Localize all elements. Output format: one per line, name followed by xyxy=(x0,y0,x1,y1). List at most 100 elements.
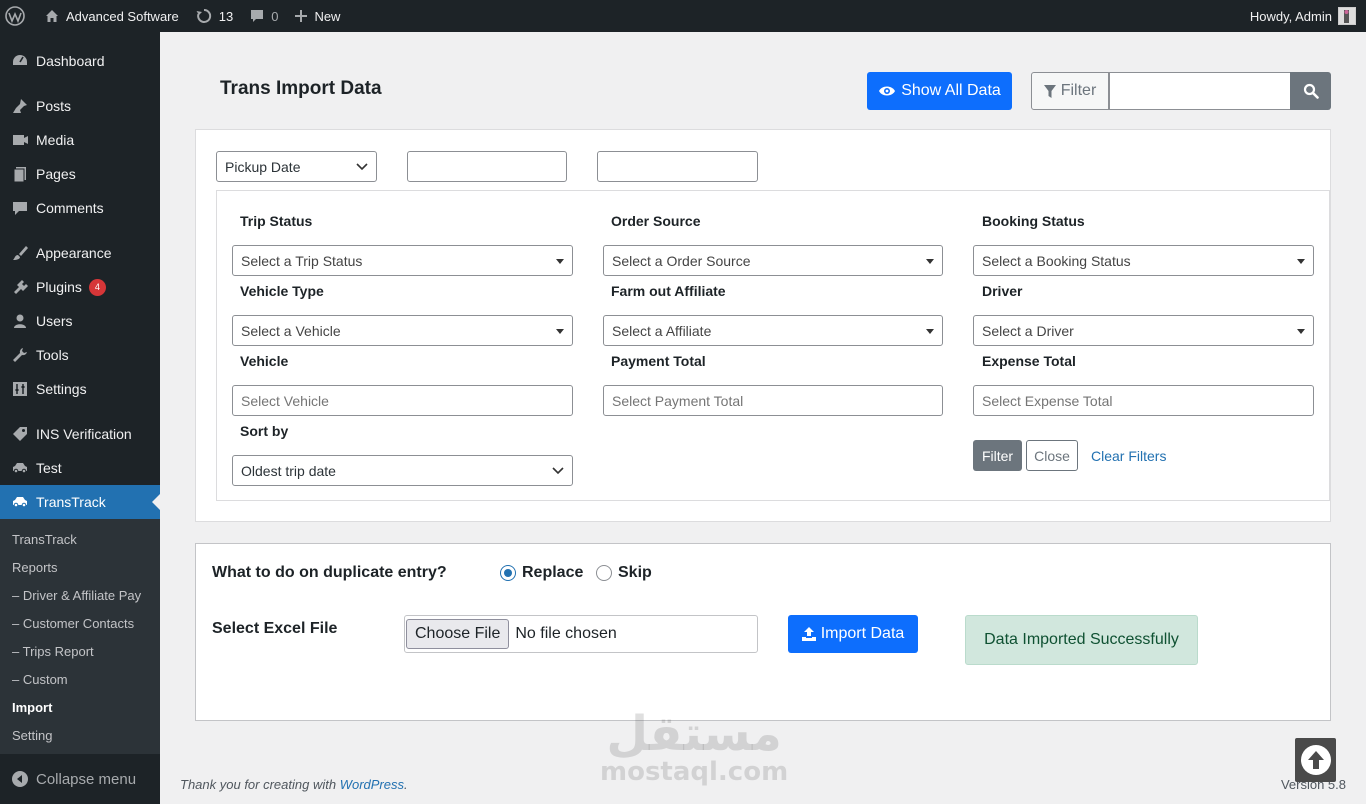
sidebar-item-transtrack[interactable]: TransTrack xyxy=(0,485,160,519)
watermark: مستقل mostaql.com xyxy=(600,710,788,786)
payment-total-input[interactable]: Select Payment Total xyxy=(603,385,943,416)
updates-icon xyxy=(196,8,211,23)
footer-thanks: Thank you for creating with WordPress. xyxy=(180,777,408,792)
show-all-data-button[interactable]: Show All Data xyxy=(867,72,1012,110)
tag-icon xyxy=(10,424,30,444)
submenu-item-customer-contacts[interactable]: – Customer Contacts xyxy=(0,610,160,638)
comments-count: 0 xyxy=(271,8,279,24)
date-type-select[interactable]: Pickup Date xyxy=(216,151,377,182)
search-input[interactable] xyxy=(1109,72,1291,110)
sidebar-item-appearance[interactable]: Appearance xyxy=(0,236,160,270)
driver-label: Driver xyxy=(982,283,1023,299)
apply-filter-label: Filter xyxy=(981,447,1014,464)
chevron-down-icon xyxy=(552,467,564,475)
sidebar-item-tools[interactable]: Tools xyxy=(0,338,160,372)
sidebar-item-label: Dashboard xyxy=(36,53,105,69)
apply-filter-button[interactable]: Filter xyxy=(973,440,1022,471)
caret-down-icon xyxy=(556,259,564,264)
sidebar-item-pages[interactable]: Pages xyxy=(0,157,160,191)
order-source-select[interactable]: Select a Order Source xyxy=(603,245,943,276)
caret-down-icon xyxy=(1297,259,1305,264)
sort-by-select[interactable]: Oldest trip date xyxy=(232,455,573,486)
sidebar-item-settings[interactable]: Settings xyxy=(0,372,160,406)
submenu-item-custom[interactable]: – Custom xyxy=(0,666,160,694)
trip-status-value: Select a Trip Status xyxy=(241,252,363,269)
sidebar-item-dashboard[interactable]: Dashboard xyxy=(0,44,160,78)
replace-label: Replace xyxy=(522,564,584,581)
skip-label: Skip xyxy=(618,564,652,581)
driver-value: Select a Driver xyxy=(982,322,1074,339)
scroll-to-top-button[interactable] xyxy=(1295,738,1336,782)
search-icon xyxy=(1303,83,1319,99)
order-source-value: Select a Order Source xyxy=(612,252,751,269)
sidebar-item-label: Posts xyxy=(36,98,72,114)
clear-filters-link[interactable]: Clear Filters xyxy=(1091,448,1166,464)
submenu-item-driver-affiliate-pay[interactable]: – Driver & Affiliate Pay xyxy=(0,582,160,610)
order-source-label: Order Source xyxy=(611,213,701,229)
driver-select[interactable]: Select a Driver xyxy=(973,315,1314,346)
payment-total-placeholder: Select Payment Total xyxy=(612,392,744,409)
sidebar-item-ins-verification[interactable]: INS Verification xyxy=(0,417,160,451)
submenu-item-reports[interactable]: Reports xyxy=(0,554,160,582)
expense-total-input[interactable]: Select Expense Total xyxy=(973,385,1314,416)
filter-toggle-button[interactable]: Filter xyxy=(1031,72,1109,110)
date-to-input[interactable] xyxy=(597,151,758,182)
skip-radio[interactable]: Skip xyxy=(596,564,652,582)
sidebar-item-posts[interactable]: Posts xyxy=(0,89,160,123)
wordpress-link[interactable]: WordPress xyxy=(340,777,404,792)
trip-status-select[interactable]: Select a Trip Status xyxy=(232,245,573,276)
wordpress-logo-icon[interactable] xyxy=(0,0,36,32)
sidebar-item-plugins[interactable]: Plugins 4 xyxy=(0,270,160,304)
admin-sidebar: Dashboard Posts Media Pages Comments App… xyxy=(0,32,160,804)
user-icon xyxy=(10,311,30,331)
comments-link[interactable]: 0 xyxy=(241,0,286,32)
choose-file-button[interactable]: Choose File xyxy=(406,619,510,649)
search-button[interactable] xyxy=(1290,72,1331,110)
updates-link[interactable]: 13 xyxy=(187,0,241,32)
updates-count: 13 xyxy=(218,8,234,24)
sliders-icon xyxy=(10,379,30,399)
site-name-link[interactable]: Advanced Software xyxy=(36,0,187,32)
import-data-label: Import Data xyxy=(820,625,905,642)
collapse-menu-button[interactable]: Collapse menu xyxy=(0,762,160,796)
plug-icon xyxy=(10,277,30,297)
date-from-input[interactable] xyxy=(407,151,567,182)
import-data-button[interactable]: Import Data xyxy=(788,615,918,653)
account-menu[interactable]: Howdy, Admin xyxy=(1242,0,1366,32)
affiliate-select[interactable]: Select a Affiliate xyxy=(603,315,943,346)
vehicle-type-select[interactable]: Select a Vehicle xyxy=(232,315,573,346)
page-title: Trans Import Data xyxy=(220,78,382,99)
replace-radio[interactable]: Replace xyxy=(500,564,583,582)
submenu-item-import[interactable]: Import xyxy=(0,694,160,722)
duplicate-question: What to do on duplicate entry? xyxy=(212,564,447,581)
new-content-link[interactable]: New xyxy=(286,0,348,32)
select-file-label: Select Excel File xyxy=(212,620,338,637)
submenu-item-transtrack[interactable]: TransTrack xyxy=(0,526,160,554)
sidebar-item-comments[interactable]: Comments xyxy=(0,191,160,225)
sidebar-item-label: Users xyxy=(36,313,73,329)
booking-status-value: Select a Booking Status xyxy=(982,252,1131,269)
sidebar-item-test[interactable]: Test xyxy=(0,451,160,485)
excel-file-input[interactable]: Choose File No file chosen xyxy=(404,615,758,653)
howdy-text: Howdy, Admin xyxy=(1249,8,1332,24)
admin-bar: Advanced Software 13 0 New Howdy, Admin xyxy=(0,0,1366,32)
comment-icon xyxy=(251,10,264,22)
caret-down-icon xyxy=(926,259,934,264)
vehicle-input[interactable]: Select Vehicle xyxy=(232,385,573,416)
close-filter-button[interactable]: Close xyxy=(1026,440,1078,471)
funnel-icon xyxy=(1043,84,1056,98)
sidebar-item-label: Comments xyxy=(36,200,104,216)
dashboard-icon xyxy=(10,51,30,71)
sidebar-item-label: Test xyxy=(36,460,62,476)
sidebar-item-users[interactable]: Users xyxy=(0,304,160,338)
eye-icon xyxy=(879,86,896,96)
sidebar-item-label: Plugins xyxy=(36,279,82,295)
submenu-item-trips-report[interactable]: – Trips Report xyxy=(0,638,160,666)
booking-status-select[interactable]: Select a Booking Status xyxy=(973,245,1314,276)
sidebar-item-label: INS Verification xyxy=(36,426,132,442)
sidebar-item-media[interactable]: Media xyxy=(0,123,160,157)
success-alert: Data Imported Successfully xyxy=(965,615,1198,665)
comment-icon xyxy=(10,198,30,218)
submenu-item-setting[interactable]: Setting xyxy=(0,722,160,750)
sidebar-item-label: Pages xyxy=(36,166,76,182)
